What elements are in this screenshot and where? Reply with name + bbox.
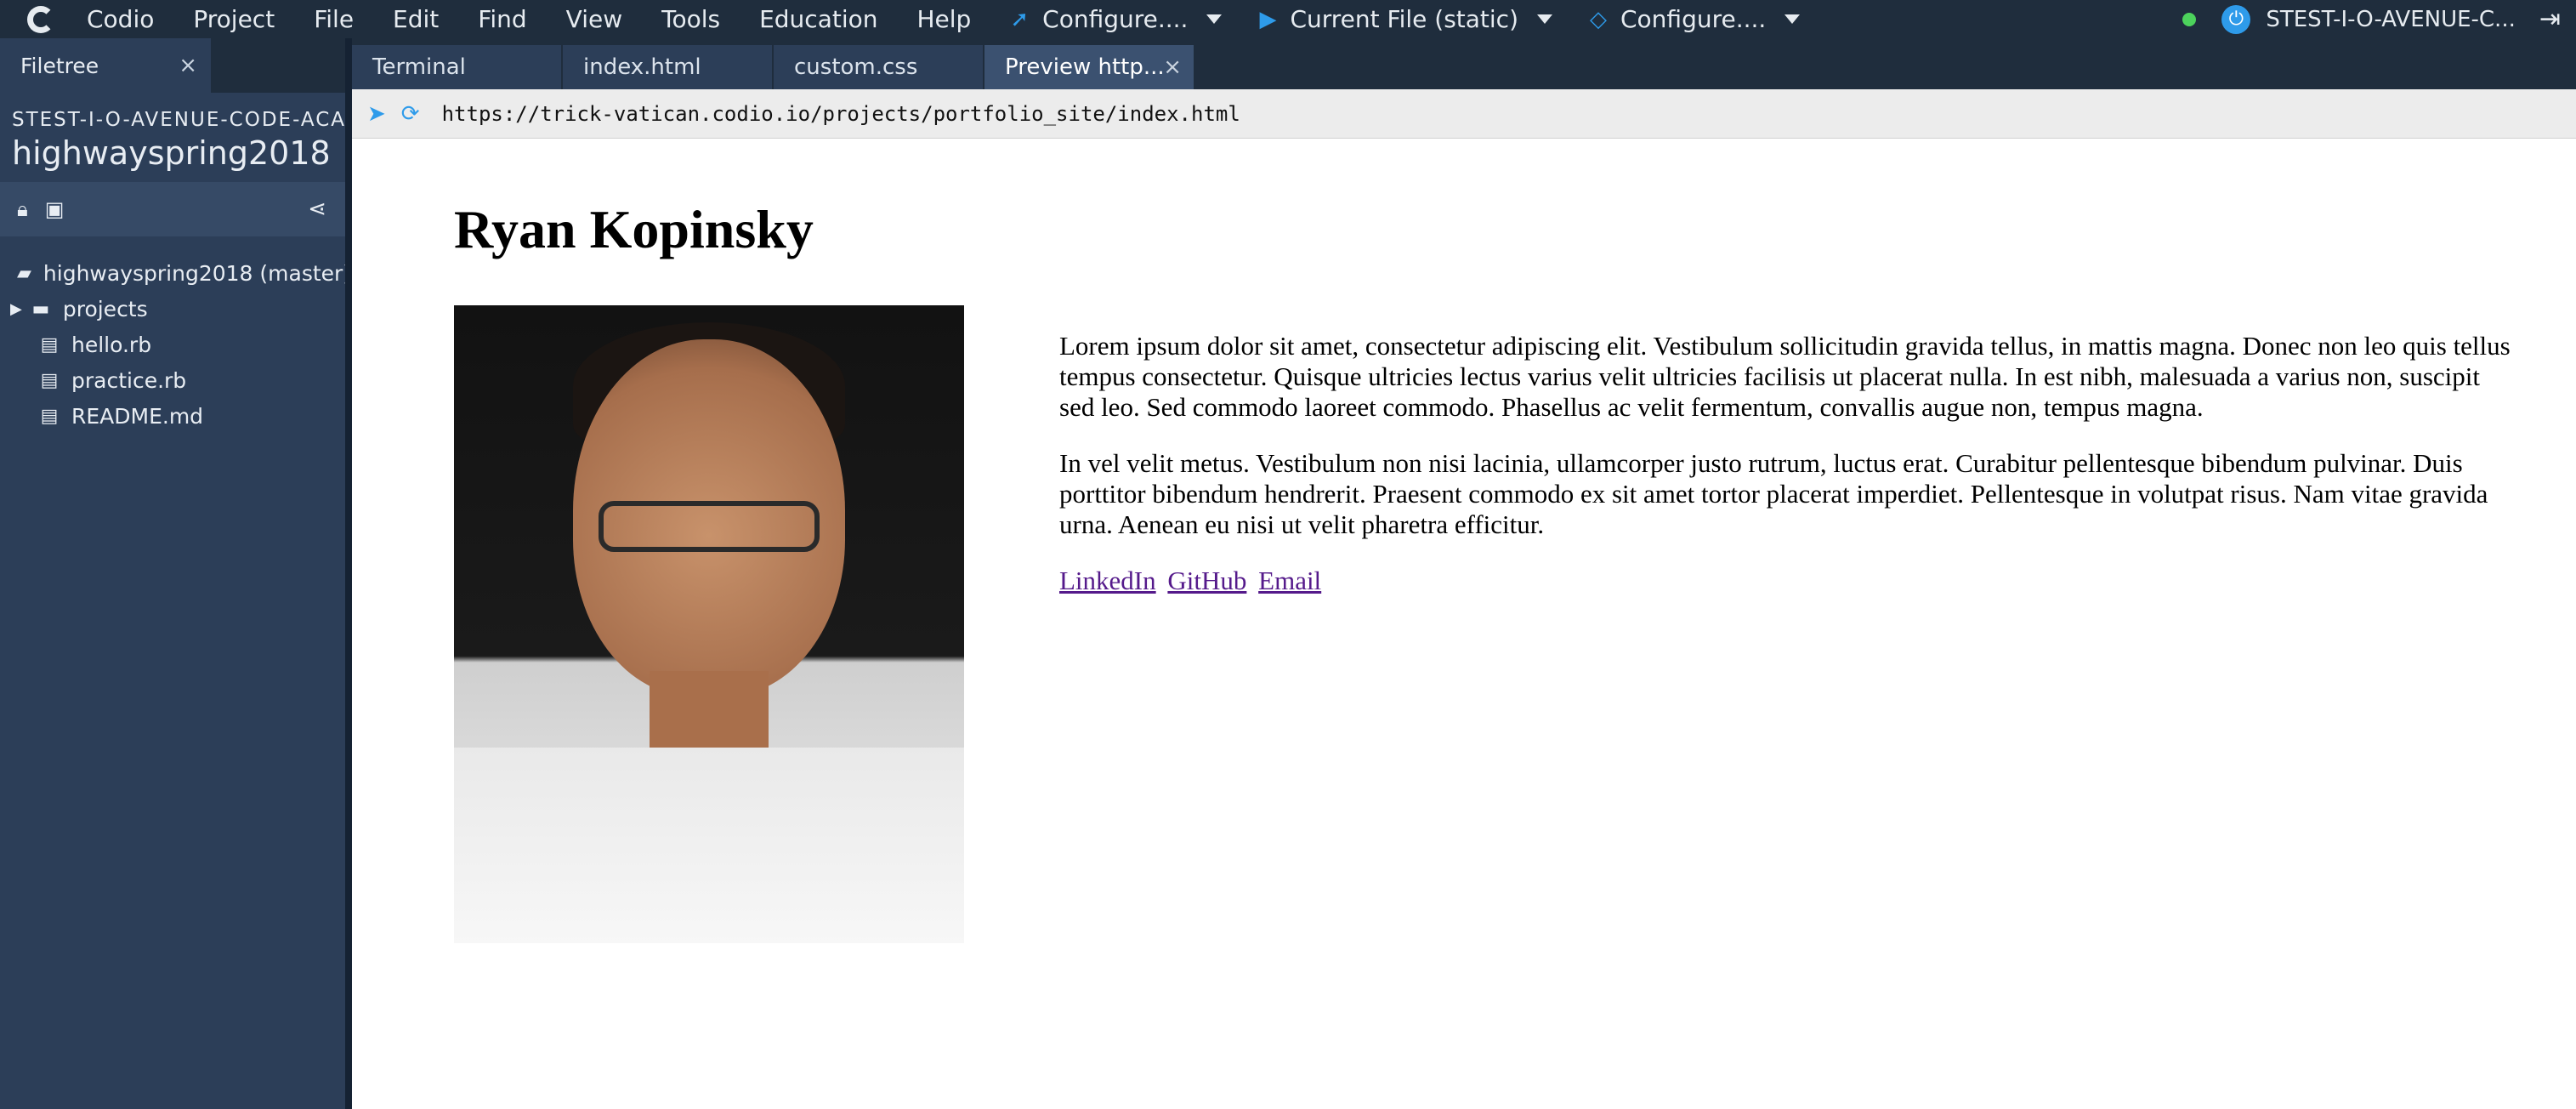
menu-find[interactable]: Find — [478, 5, 526, 33]
menu-edit[interactable]: Edit — [393, 5, 439, 33]
run-target-label: Current File (static) — [1290, 5, 1518, 33]
tree-item-label: README.md — [71, 403, 204, 429]
tree-item-label: projects — [62, 296, 148, 321]
tab-preview[interactable]: Preview http... × — [984, 45, 1195, 89]
tree-file-hello[interactable]: ▤ hello.rb — [0, 327, 345, 362]
menu-bar: Codio Project File Edit Find View Tools … — [0, 0, 2576, 38]
social-links: LinkedIn GitHub Email — [1059, 566, 2522, 596]
menu-education[interactable]: Education — [759, 5, 877, 33]
chevron-down-icon — [1784, 14, 1801, 24]
tree-item-label: hello.rb — [71, 332, 152, 357]
photo-glasses — [599, 501, 820, 552]
preview-configure-label: Configure.... — [1620, 5, 1767, 33]
tab-label: custom.css — [794, 54, 918, 80]
bio-paragraph: In vel velit metus. Vestibulum non nisi … — [1059, 448, 2488, 539]
url-field[interactable]: https://trick-vatican.codio.io/projects/… — [441, 101, 1240, 126]
monitor-icon[interactable]: ▣ — [45, 197, 65, 221]
tree-item-label: practice.rb — [71, 367, 187, 393]
target-icon: ◇ — [1590, 6, 1607, 32]
page-heading: Ryan Kopinsky — [454, 199, 814, 259]
run-dropdown[interactable]: ▶ Current File (static) — [1259, 5, 1552, 33]
photo-shirt — [454, 748, 964, 943]
menu-project[interactable]: Project — [193, 5, 275, 33]
menu-help[interactable]: Help — [917, 5, 972, 33]
bio: Lorem ipsum dolor sit amet, consectetur … — [1059, 331, 2522, 596]
tree-file-readme[interactable]: ▤ README.md — [0, 398, 345, 434]
preview-configure-dropdown[interactable]: ◇ Configure.... — [1590, 5, 1801, 33]
github-link[interactable]: GitHub — [1167, 566, 1246, 595]
user-label[interactable]: STEST-I-O-AVENUE-C... — [2266, 7, 2516, 32]
chevron-down-icon — [1206, 14, 1223, 24]
status-online-icon — [2182, 12, 2197, 26]
bio-paragraph: Lorem ipsum dolor sit amet, consectetur … — [1059, 331, 2511, 422]
deploy-configure-label: Configure.... — [1042, 5, 1189, 33]
menu-codio[interactable]: Codio — [87, 5, 154, 33]
refresh-icon[interactable]: ⟳ — [401, 101, 420, 127]
tab-label: Preview http... — [1005, 54, 1165, 80]
menubar-right: ⏻ STEST-I-O-AVENUE-C... ⇥ — [2182, 0, 2561, 38]
file-icon: ▤ — [40, 369, 59, 391]
email-link[interactable]: Email — [1258, 566, 1321, 595]
lock-icon[interactable]: 🔒︎ — [17, 197, 28, 221]
chevron-down-icon — [1537, 14, 1552, 24]
linkedin-link[interactable]: LinkedIn — [1059, 566, 1156, 595]
tree-file-practice[interactable]: ▤ practice.rb — [0, 362, 345, 398]
tab-filetree-label: Filetree — [20, 53, 99, 78]
navigate-icon[interactable]: ➤ — [367, 101, 386, 127]
sidebar: Filetree × STEST-I-O-AVENUE-CODE-ACADEMY… — [0, 38, 351, 1109]
folder-icon: ▬ — [31, 298, 50, 320]
sidebar-toolbar: 🔒︎ ▣ ⋖ — [0, 182, 345, 236]
tab-label: Terminal — [372, 54, 466, 80]
file-icon: ▤ — [40, 405, 59, 427]
profile-photo — [454, 305, 964, 943]
close-icon[interactable]: × — [1163, 54, 1182, 80]
tab-custom-css[interactable]: custom.css — [774, 45, 984, 89]
codio-logo-icon[interactable] — [27, 5, 54, 33]
menu-tools[interactable]: Tools — [661, 5, 720, 33]
tab-index-html[interactable]: index.html — [563, 45, 774, 89]
menu-view[interactable]: View — [566, 5, 622, 33]
tree-root[interactable]: ▰ highwayspring2018 (master) — [0, 255, 351, 291]
rocket-icon: ➚ — [1010, 6, 1030, 32]
editor-tabbar: Terminal index.html custom.css Preview h… — [352, 38, 2576, 89]
tab-terminal[interactable]: Terminal — [352, 45, 563, 89]
project-name: highwayspring2018 — [12, 134, 331, 172]
close-icon[interactable]: × — [179, 53, 197, 78]
project-org: STEST-I-O-AVENUE-CODE-ACADEMY — [12, 109, 345, 131]
sidebar-resize-handle[interactable] — [345, 38, 352, 1109]
share-icon[interactable]: ⋖ — [308, 196, 326, 222]
file-icon: ▤ — [40, 333, 59, 355]
play-icon: ▶ — [1259, 6, 1277, 32]
briefcase-icon: ▰ — [17, 262, 31, 284]
logout-icon[interactable]: ⇥ — [2539, 4, 2561, 34]
power-icon[interactable]: ⏻ — [2221, 4, 2251, 34]
tab-filetree[interactable]: Filetree × — [0, 38, 211, 93]
sidebar-tabbar: Filetree × — [0, 38, 345, 93]
preview-pane: Ryan Kopinsky Lorem ipsum dolor sit amet… — [352, 139, 2576, 1109]
menu-file[interactable]: File — [314, 5, 354, 33]
file-tree: ▰ highwayspring2018 (master) ▶ ▬ project… — [0, 255, 351, 434]
tree-root-label: highwayspring2018 (master) — [43, 260, 352, 286]
caret-right-icon[interactable]: ▶ — [10, 300, 22, 318]
preview-url-bar: ➤ ⟳ https://trick-vatican.codio.io/proje… — [352, 89, 2576, 139]
tree-folder-projects[interactable]: ▶ ▬ projects — [0, 291, 345, 327]
deploy-configure-dropdown[interactable]: ➚ Configure.... — [1010, 5, 1223, 33]
tab-label: index.html — [583, 54, 701, 80]
